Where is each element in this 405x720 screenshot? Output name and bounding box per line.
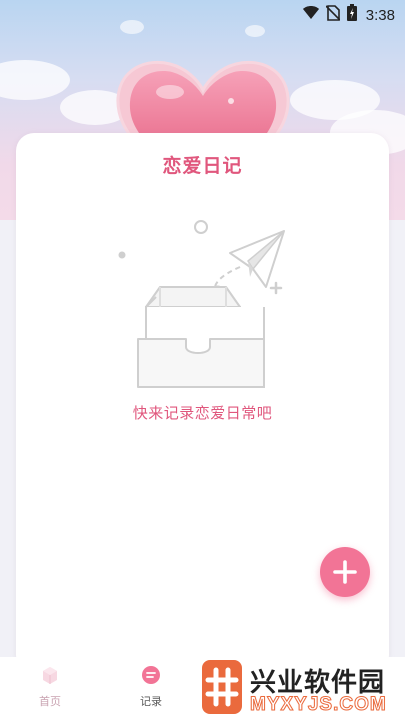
home-icon: [40, 665, 60, 685]
battery-icon: [346, 4, 357, 26]
wifi-icon: [302, 5, 319, 25]
record-icon: [141, 665, 161, 685]
tab-record[interactable]: 记录: [121, 665, 181, 709]
tab-home-label: 首页: [39, 696, 61, 708]
status-time: 3:38: [365, 6, 395, 24]
page-title: 恋爱日记: [162, 156, 243, 177]
tab-record-label: 记录: [140, 696, 162, 708]
watermark-logo: [202, 660, 242, 714]
plus-icon: [333, 560, 357, 584]
no-sim-icon: [325, 4, 341, 26]
watermark: 兴业软件园 MYXYJS.COM: [200, 660, 400, 716]
diary-card: 恋爱日记 快来记录恋爱日常吧: [16, 133, 389, 673]
add-diary-button[interactable]: [320, 547, 370, 597]
status-bar: 3:38: [0, 0, 405, 30]
empty-box-paper-plane-icon: [116, 215, 296, 395]
watermark-url: MYXYJS.COM: [250, 694, 387, 716]
empty-state-message: 快来记录恋爱日常吧: [132, 405, 273, 422]
cloud-shape: [0, 60, 70, 100]
tab-home[interactable]: 首页: [20, 665, 80, 709]
